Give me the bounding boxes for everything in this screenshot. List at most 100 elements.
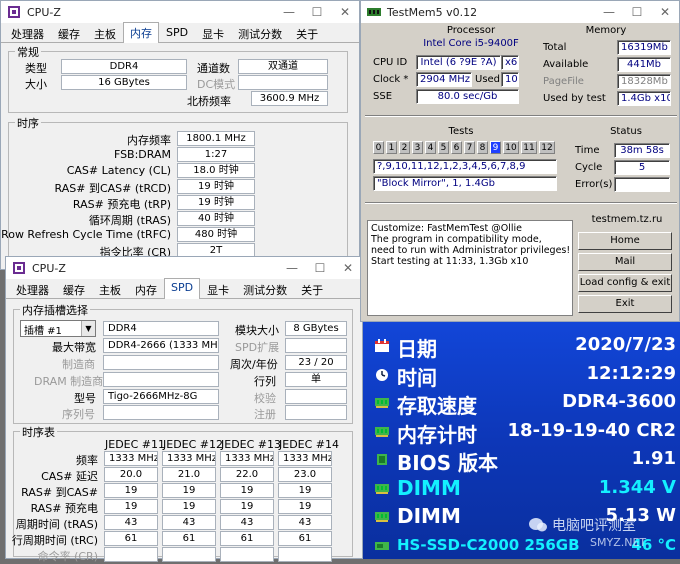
tab-spd[interactable]: SPD bbox=[164, 278, 201, 299]
testmem-titlebar[interactable]: TestMem5 v0.12 — ☐ ✕ bbox=[361, 1, 679, 23]
rank-value: 单 bbox=[285, 372, 347, 387]
week-year-label: 周次/年份 bbox=[230, 358, 278, 371]
tab-graphics[interactable]: 显卡 bbox=[200, 279, 236, 298]
test-cell: 1 bbox=[386, 141, 397, 154]
tab-spd[interactable]: SPD bbox=[159, 23, 195, 42]
memory-icon bbox=[375, 510, 389, 523]
sensor-label: 日期 bbox=[397, 337, 437, 361]
manufacturer-label: 制造商 bbox=[62, 358, 95, 371]
cpu-id-value: Intel (6 ?9E ?A) bbox=[416, 55, 501, 70]
watermark-site: SMYZ.NET bbox=[590, 536, 647, 549]
chevron-down-icon: ▼ bbox=[81, 321, 95, 336]
cpuz-titlebar[interactable]: CPU-Z — ☐ ✕ bbox=[1, 1, 359, 23]
minimize-icon[interactable]: — bbox=[275, 5, 303, 19]
calendar-icon bbox=[375, 339, 389, 352]
sse-label: SSE bbox=[373, 91, 393, 102]
type-value: DDR4 bbox=[61, 59, 187, 74]
sensor-row: 日期 2020/7/23 bbox=[363, 331, 680, 361]
clock-value: 2904 MHz bbox=[416, 72, 472, 87]
spd-ext-label: SPD扩展 bbox=[235, 341, 280, 354]
disk-icon bbox=[375, 539, 389, 552]
tab-bench[interactable]: 测试分数 bbox=[231, 23, 289, 42]
memory-icon bbox=[375, 396, 389, 409]
window-title: TestMem5 v0.12 bbox=[387, 5, 478, 19]
dc-mode-label: DC模式 bbox=[197, 78, 236, 91]
serial-value bbox=[103, 405, 219, 420]
bandwidth-value: DDR4-2666 (1333 MHz) bbox=[103, 338, 219, 353]
timing-table-cell: 1333 MHz bbox=[278, 451, 332, 466]
week-year-value: 23 / 20 bbox=[285, 355, 347, 370]
errors-label: Error(s) bbox=[575, 179, 613, 190]
rank-label: 行列 bbox=[254, 375, 276, 388]
dram-manufacturer-label: DRAM 制造商 bbox=[34, 375, 104, 388]
timing-table-cell: 1333 MHz bbox=[104, 451, 158, 466]
tab-memory[interactable]: 内存 bbox=[128, 279, 164, 298]
exit-button[interactable]: Exit bbox=[578, 295, 672, 313]
timing-label: RAS# 预充电 (tRP) bbox=[72, 198, 171, 211]
tab-cache[interactable]: 缓存 bbox=[51, 23, 87, 42]
load-config-exit-button[interactable]: Load config & exit bbox=[578, 274, 672, 292]
timing-table-cell: 1333 MHz bbox=[162, 451, 216, 466]
home-button[interactable]: Home bbox=[578, 232, 672, 250]
timing-table-cell: 61 bbox=[162, 531, 216, 546]
timing-table-cell bbox=[220, 547, 274, 562]
cpuz-app-icon bbox=[12, 261, 26, 275]
tab-cache[interactable]: 缓存 bbox=[56, 279, 92, 298]
tab-about[interactable]: 关于 bbox=[294, 279, 330, 298]
tab-mainboard[interactable]: 主板 bbox=[92, 279, 128, 298]
timing-table-column-header: JEDEC #11 bbox=[105, 438, 166, 451]
tab-memory[interactable]: 内存 bbox=[123, 22, 159, 43]
close-icon[interactable]: ✕ bbox=[331, 5, 359, 19]
test-cell: 8 bbox=[477, 141, 488, 154]
nb-frequency-value: 3600.9 MHz bbox=[251, 91, 328, 106]
cpuz-app-icon bbox=[7, 5, 21, 19]
window-title: CPU-Z bbox=[32, 261, 66, 275]
cpu-name: Intel Core i5-9400F bbox=[423, 38, 519, 49]
timing-label: 循环周期 (tRAS) bbox=[88, 214, 171, 227]
timing-table-cell: 61 bbox=[104, 531, 158, 546]
timing-table-cell: 19 bbox=[104, 483, 158, 498]
tab-mainboard[interactable]: 主板 bbox=[87, 23, 123, 42]
sse-value: 80.0 sec/Gb bbox=[416, 89, 519, 104]
timing-table-cell: 43 bbox=[162, 515, 216, 530]
slot-select-value: 插槽 #1 bbox=[24, 326, 62, 337]
tab-bench[interactable]: 测试分数 bbox=[236, 279, 294, 298]
tab-cpu[interactable]: 处理器 bbox=[4, 23, 51, 42]
timing-table-cell: 19 bbox=[278, 499, 332, 514]
cycle-value: 5 bbox=[614, 160, 670, 175]
close-icon[interactable]: ✕ bbox=[334, 261, 362, 275]
timing-table-column-header: JEDEC #13 bbox=[221, 438, 282, 451]
timing-table-row-label: CAS# 延迟 bbox=[41, 470, 98, 483]
test-cell: 5 bbox=[438, 141, 449, 154]
mail-button[interactable]: Mail bbox=[578, 253, 672, 271]
timing-table-cell: 61 bbox=[220, 531, 274, 546]
pagefile-label: PageFile bbox=[543, 76, 584, 87]
maximize-icon[interactable]: ☐ bbox=[623, 5, 651, 19]
maximize-icon[interactable]: ☐ bbox=[303, 5, 331, 19]
minimize-icon[interactable]: — bbox=[595, 5, 623, 19]
maximize-icon[interactable]: ☐ bbox=[306, 261, 334, 275]
test-cell: 10 bbox=[503, 141, 519, 154]
available-value: 441Mb bbox=[617, 57, 671, 72]
tab-about[interactable]: 关于 bbox=[289, 23, 325, 42]
memory-icon bbox=[375, 425, 389, 438]
serial-label: 序列号 bbox=[62, 408, 95, 421]
type-label: 类型 bbox=[25, 62, 47, 75]
tab-graphics[interactable]: 显卡 bbox=[195, 23, 231, 42]
timing-value: 19 时钟 bbox=[177, 195, 255, 210]
used-value: 10 bbox=[501, 72, 519, 87]
tab-cpu[interactable]: 处理器 bbox=[9, 279, 56, 298]
cpuz-spd-window: CPU-Z — ☐ ✕ 处理器 缓存 主板 内存 SPD 显卡 测试分数 关于 … bbox=[5, 256, 363, 563]
test-cell: 9 bbox=[490, 141, 501, 154]
timing-value: 18.0 时钟 bbox=[177, 163, 255, 178]
slot-select[interactable]: 插槽 #1 ▼ bbox=[20, 320, 96, 337]
timing-table-cell: 61 bbox=[278, 531, 332, 546]
sensor-row: 时间 12:12:29 bbox=[363, 360, 680, 390]
sensor-label: DIMM bbox=[397, 475, 461, 500]
cpuz-spd-titlebar[interactable]: CPU-Z — ☐ ✕ bbox=[6, 257, 362, 279]
test-mode: "Block Mirror", 1, 1.4Gb bbox=[373, 176, 557, 191]
timing-table-row-label: RAS# 到CAS# bbox=[21, 486, 98, 499]
timing-value: 1800.1 MHz bbox=[177, 131, 255, 146]
close-icon[interactable]: ✕ bbox=[651, 5, 679, 19]
minimize-icon[interactable]: — bbox=[278, 261, 306, 275]
